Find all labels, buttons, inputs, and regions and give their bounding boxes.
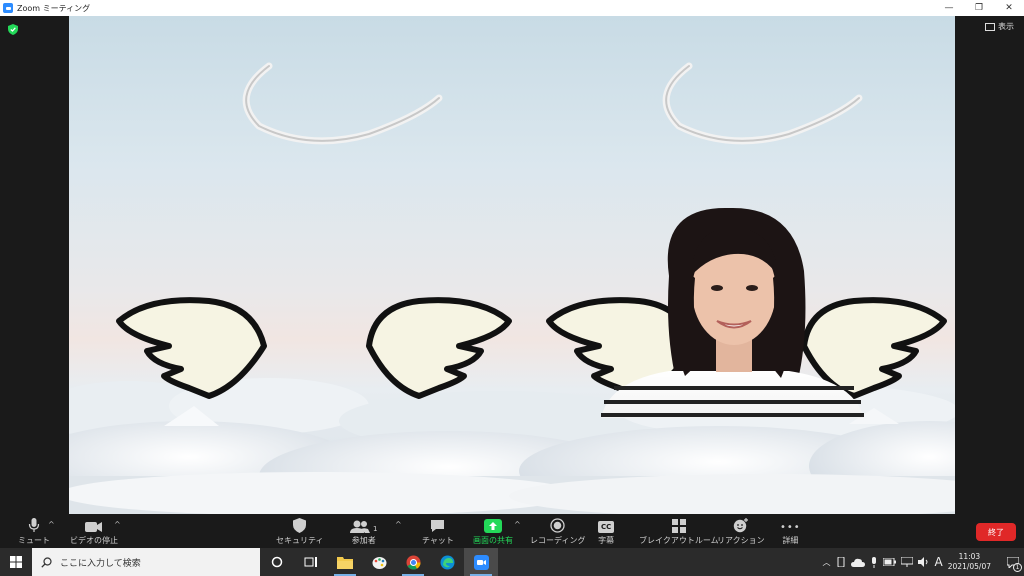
halo-right — [662, 62, 863, 145]
taskbar-zoom[interactable] — [464, 548, 498, 576]
end-meeting-button[interactable]: 終了 — [976, 523, 1016, 541]
smiley-plus-icon — [733, 516, 749, 533]
more-dots-icon: ••• — [780, 522, 801, 533]
task-view-button[interactable] — [294, 548, 328, 576]
windows-taskbar: ここに入力して検索 ︿ A 11:03 2021/05/07 1 — [0, 548, 1024, 576]
taskbar-chrome[interactable] — [396, 548, 430, 576]
mute-button[interactable]: ミュート — [18, 516, 50, 546]
share-screen-icon — [484, 516, 502, 533]
chat-bubble-icon — [430, 516, 445, 533]
halo-left — [242, 62, 443, 145]
notification-center-button[interactable]: 1 — [1002, 548, 1024, 576]
system-tray: ︿ A 11:03 2021/05/07 1 — [823, 548, 1024, 576]
share-options-chevron-up-icon[interactable]: ^ — [514, 520, 521, 529]
tray-overflow-chevron-icon[interactable]: ︿ — [823, 557, 831, 568]
notification-count-badge: 1 — [1013, 563, 1022, 572]
task-view-icon — [304, 557, 317, 567]
clock-date: 2021/05/07 — [947, 562, 991, 571]
taskbar-search-box[interactable]: ここに入力して検索 — [32, 548, 260, 576]
battery-icon[interactable] — [882, 558, 896, 566]
participants-options-chevron-up-icon[interactable]: ^ — [395, 520, 402, 529]
audio-options-chevron-up-icon[interactable]: ^ — [48, 520, 55, 529]
more-label: 詳細 — [782, 536, 799, 545]
chat-label: チャット — [422, 536, 454, 545]
zoom-icon — [473, 554, 489, 570]
clock[interactable]: 11:03 2021/05/07 — [948, 552, 991, 572]
virtual-background-scene — [69, 62, 955, 514]
view-grid-icon — [985, 22, 995, 31]
closed-captions-icon: CC — [598, 516, 615, 533]
breakout-rooms-button[interactable]: ブレイクアウトルーム — [639, 516, 719, 546]
captions-button[interactable]: CC 字幕 — [598, 516, 615, 546]
reactions-label: リアクション — [717, 536, 765, 545]
mute-label: ミュート — [18, 536, 50, 545]
participants-button[interactable]: 1 参加者 — [350, 516, 377, 546]
volume-icon[interactable] — [917, 557, 930, 567]
search-placeholder: ここに入力して検索 — [60, 558, 141, 569]
participant-video[interactable] — [69, 16, 955, 514]
video-camera-icon — [85, 516, 103, 533]
share-screen-button[interactable]: 画面の共有 — [473, 516, 513, 546]
breakout-rooms-grid-icon — [671, 516, 686, 533]
participants-label: 参加者 — [351, 536, 376, 545]
security-shield-icon — [293, 516, 307, 533]
participants-icon: 1 — [350, 516, 377, 533]
stop-video-button[interactable]: ビデオの停止 — [70, 516, 118, 546]
mobile-device-icon[interactable] — [836, 557, 846, 567]
recording-label: レコーディング — [530, 536, 586, 545]
close-button[interactable]: ✕ — [994, 0, 1024, 16]
zoom-window: Zoom ミーティング — ❐ ✕ 表示 ミュート ^ ビデオの停止 ^ セキュ… — [0, 0, 1024, 576]
participants-count: 1 — [373, 525, 378, 533]
stop-video-label: ビデオの停止 — [70, 536, 118, 545]
ime-indicator[interactable]: A — [935, 555, 943, 569]
start-button[interactable] — [0, 548, 32, 576]
cc-badge: CC — [598, 521, 615, 533]
view-button[interactable]: 表示 — [985, 21, 1014, 32]
chrome-icon — [406, 555, 421, 570]
chat-button[interactable]: チャット — [422, 516, 454, 546]
microphone-tray-icon[interactable] — [870, 556, 878, 568]
view-label: 表示 — [998, 22, 1014, 31]
restore-button[interactable]: ❐ — [964, 0, 994, 16]
minimize-button[interactable]: — — [934, 0, 964, 16]
recording-button[interactable]: レコーディング — [530, 516, 585, 546]
video-options-chevron-up-icon[interactable]: ^ — [114, 520, 121, 529]
security-label: セキュリティ — [276, 536, 324, 545]
more-button[interactable]: ••• 詳細 — [780, 516, 801, 546]
taskbar-edge[interactable] — [430, 548, 464, 576]
taskbar-file-explorer[interactable] — [328, 548, 362, 576]
meeting-toolbar: ミュート ^ ビデオの停止 ^ セキュリティ 1 参加者 ^ チャット 画面の共… — [0, 514, 1024, 548]
window-title: Zoom ミーティング — [17, 3, 91, 13]
search-icon — [41, 556, 52, 568]
cortana-button[interactable] — [260, 548, 294, 576]
encryption-shield-icon[interactable] — [8, 24, 18, 35]
share-screen-label: 画面の共有 — [473, 536, 513, 545]
network-icon[interactable] — [900, 557, 913, 567]
paint-palette-icon — [372, 556, 386, 569]
taskbar-paint-app[interactable] — [362, 548, 396, 576]
zoom-app-icon — [3, 3, 13, 13]
edge-icon — [440, 555, 454, 569]
breakout-rooms-label: ブレイクアウトルーム — [639, 536, 719, 545]
meeting-area: 表示 — [0, 16, 1024, 514]
record-icon — [550, 516, 565, 533]
folder-icon — [337, 556, 353, 569]
reactions-button[interactable]: リアクション — [717, 516, 765, 546]
onedrive-cloud-icon[interactable] — [850, 558, 865, 567]
windows-logo-icon — [10, 556, 22, 568]
title-bar: Zoom ミーティング — ❐ ✕ — [0, 0, 1024, 16]
microphone-icon — [28, 516, 40, 533]
clock-time: 11:03 — [958, 552, 981, 561]
security-button[interactable]: セキュリティ — [276, 516, 324, 546]
cortana-circle-icon — [271, 556, 283, 568]
captions-label: 字幕 — [598, 536, 615, 545]
